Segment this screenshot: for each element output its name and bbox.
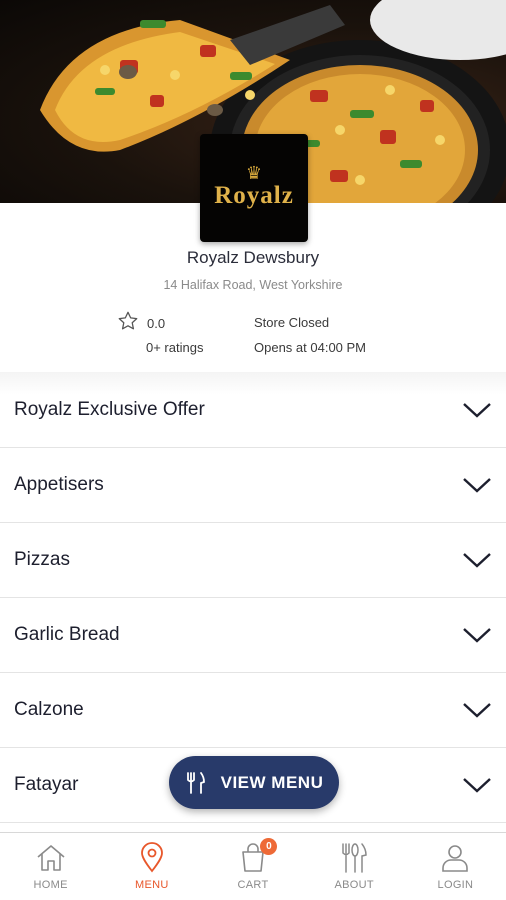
home-icon xyxy=(37,845,65,871)
rating-count: 0+ ratings xyxy=(146,340,204,355)
nav-cart[interactable]: 0 CART xyxy=(202,833,303,900)
location-pin-icon xyxy=(140,842,163,873)
store-name: Royalz Dewsbury xyxy=(186,248,320,267)
category-royalz-exclusive-offer[interactable]: Royalz Exclusive Offer xyxy=(0,372,506,448)
chevron-down-icon[interactable] xyxy=(462,775,492,795)
view-menu-button[interactable]: VIEW MENU xyxy=(169,756,339,809)
crown-icon: ♛ xyxy=(245,163,263,183)
nav-menu-label: MENU xyxy=(135,879,169,891)
nav-cart-label: CART xyxy=(237,879,269,891)
bottom-navigation: HOME MENU 0 CART ABOUT LOGIN xyxy=(0,832,506,900)
nav-menu[interactable]: MENU xyxy=(101,833,202,900)
store-stats: 0.0 0+ ratings Store Closed Opens at 04:… xyxy=(0,310,506,360)
nav-about[interactable]: ABOUT xyxy=(304,833,405,900)
rating-value: 0.0 xyxy=(147,316,166,331)
nav-home[interactable]: HOME xyxy=(0,833,101,900)
opening-time: Opens at 04:00 PM xyxy=(254,340,367,355)
cutlery-icon xyxy=(342,843,367,873)
nav-home-label: HOME xyxy=(33,879,68,891)
logo-wordmark: Royalz xyxy=(214,182,294,209)
category-label: Pizzas xyxy=(14,549,70,570)
star-icon[interactable] xyxy=(117,310,139,332)
category-label: Calzone xyxy=(14,699,84,720)
category-label: Appetisers xyxy=(14,474,104,495)
store-address: 14 Halifax Road, West Yorkshire xyxy=(163,278,343,292)
category-calzone[interactable]: Calzone xyxy=(0,673,506,748)
nav-login[interactable]: LOGIN xyxy=(405,833,506,900)
cart-count-badge: 0 xyxy=(260,838,278,855)
chevron-down-icon[interactable] xyxy=(462,475,492,495)
view-menu-label: VIEW MENU xyxy=(220,772,324,792)
restaurant-logo: ♛ Royalz xyxy=(200,134,308,242)
category-pizzas[interactable]: Pizzas xyxy=(0,523,506,598)
nav-login-label: LOGIN xyxy=(437,879,474,891)
chevron-down-icon[interactable] xyxy=(462,700,492,720)
category-label: Garlic Bread xyxy=(14,624,120,645)
category-appetisers[interactable]: Appetisers xyxy=(0,448,506,523)
chevron-down-icon[interactable] xyxy=(462,625,492,645)
category-garlic-bread[interactable]: Garlic Bread xyxy=(0,598,506,673)
store-status: Store Closed xyxy=(254,315,330,330)
chevron-down-icon[interactable] xyxy=(462,400,492,420)
nav-about-label: ABOUT xyxy=(334,879,374,891)
category-label: Royalz Exclusive Offer xyxy=(14,398,205,420)
cutlery-icon xyxy=(186,771,205,794)
user-icon xyxy=(442,845,469,872)
category-label: Fatayar xyxy=(14,774,79,795)
chevron-down-icon[interactable] xyxy=(462,550,492,570)
